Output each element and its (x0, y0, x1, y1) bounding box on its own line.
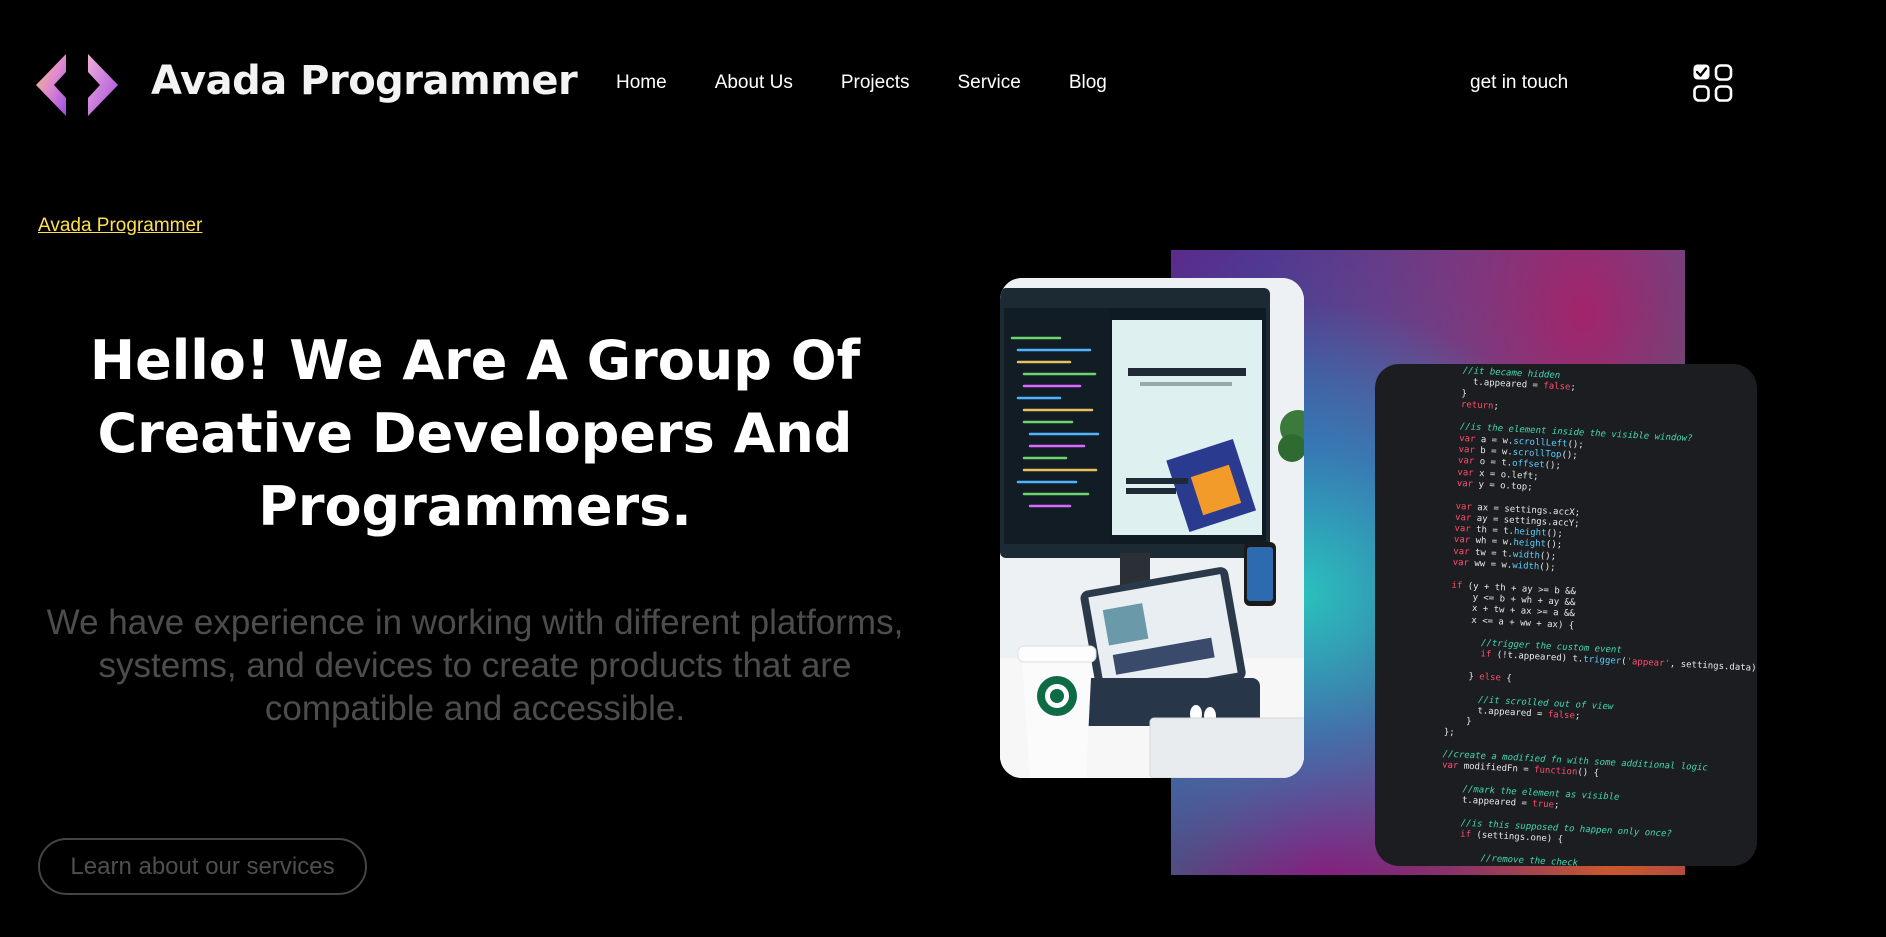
brand-name[interactable]: Avada Programmer (151, 58, 578, 104)
breadcrumb-link[interactable]: Avada Programmer (38, 215, 202, 237)
learn-services-button[interactable]: Learn about our services (38, 838, 367, 895)
chevrons-logo-icon[interactable] (36, 54, 118, 116)
get-in-touch-link[interactable]: get in touch (1470, 72, 1568, 94)
apps-grid-icon[interactable] (1692, 63, 1734, 103)
nav-about-us[interactable]: About Us (715, 72, 793, 94)
hero-subtitle: We have experience in working with diffe… (46, 603, 904, 728)
nav-service[interactable]: Service (957, 72, 1020, 94)
code-screen-image: //it became hidden t.appeared = false; }… (1375, 364, 1757, 866)
workspace-illustration (1000, 278, 1304, 778)
nav-blog[interactable]: Blog (1069, 72, 1107, 94)
nav-home[interactable]: Home (616, 72, 667, 94)
main-nav: Home About Us Projects Service Blog (616, 72, 1155, 94)
nav-projects[interactable]: Projects (841, 72, 910, 94)
workspace-photo-image (1000, 278, 1304, 778)
code-snippet: //it became hidden t.appeared = false; }… (1437, 366, 1757, 866)
hero-title: Hello! We Are A Group Of Creative Develo… (89, 329, 861, 538)
